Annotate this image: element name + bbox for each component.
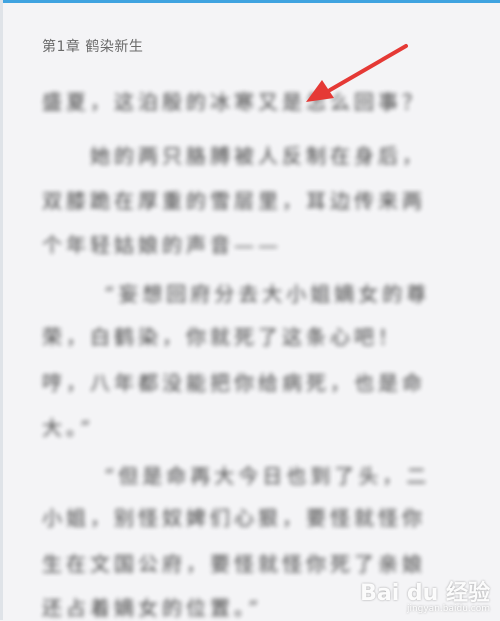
text-line: “妄想回府分去大小姐嫡女的尊 [104, 282, 431, 306]
text-line: 双膝跪在厚重的雪层里，耳边传来两 [42, 189, 426, 213]
watermark-brand: Bai du 经验 [360, 581, 490, 606]
left-edge-divider [0, 0, 3, 620]
text-line: “但是命再大今日也到了头，二 [104, 464, 431, 488]
text-line: 荣，白鹤染，你就死了这条心吧！ [42, 325, 402, 349]
chapter-title: 第1章 鹤染新生 [42, 39, 144, 55]
text-line: 个年轻姑娘的声音—— [42, 233, 282, 257]
top-accent-bar [0, 0, 500, 3]
text-line: 盛夏，这泊殷的冰寒又是怎么回事？ [42, 90, 426, 114]
text-line: 大。” [42, 416, 95, 440]
text-line: 生在文国公府，要怪就怪你死了亲娘 [42, 552, 426, 576]
text-line: 她的两只胳膊被人反制在身后， [90, 144, 426, 168]
text-line: 还占着嫡女的位置。” [42, 596, 263, 620]
text-line: 哼，八年都没能把你给病死，也是命 [42, 371, 426, 395]
text-line: 小姐，别怪奴婢们心狠，要怪就怪你 [42, 506, 426, 530]
baidu-jingyan-watermark: Bai du 经验 jingyan.baidu.com [360, 575, 490, 614]
